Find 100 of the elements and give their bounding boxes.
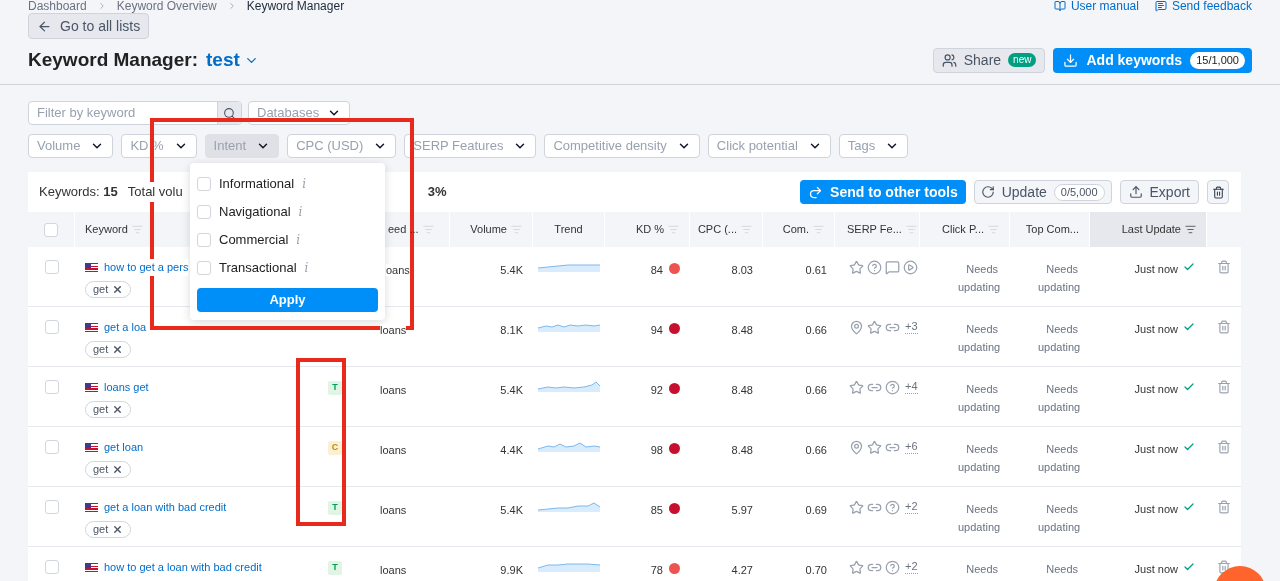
back-button[interactable]: Go to all lists xyxy=(28,13,150,39)
comment-icon xyxy=(885,260,900,275)
row-checkbox[interactable] xyxy=(44,440,59,454)
row-checkbox[interactable] xyxy=(44,560,59,574)
trash-icon[interactable] xyxy=(1217,500,1231,514)
more-features-link[interactable]: +3 xyxy=(905,320,918,334)
click-potential-cell-text: Needs updating xyxy=(958,322,998,355)
apply-button[interactable]: Apply xyxy=(197,288,378,312)
trash-icon[interactable] xyxy=(1217,440,1231,454)
keyword-link[interactable]: how to get a pers xyxy=(104,259,189,276)
row-checkbox[interactable] xyxy=(44,260,59,274)
click-potential-cell-text: Needs updating xyxy=(958,502,998,535)
more-features-link[interactable]: +2 xyxy=(905,560,918,574)
column-header[interactable]: CPC (... xyxy=(690,212,763,247)
breadcrumb-link[interactable]: Dashboard xyxy=(28,0,87,12)
competition-cell: 0.66 xyxy=(805,324,827,336)
intent-badge: T xyxy=(328,561,342,575)
intent-option[interactable]: Informational i xyxy=(197,170,378,198)
kd-value: 85 xyxy=(650,503,663,518)
sort-icon xyxy=(511,224,522,235)
option-checkbox[interactable] xyxy=(197,233,211,247)
row-checkbox[interactable] xyxy=(44,500,59,514)
select-all-checkbox[interactable] xyxy=(44,222,58,237)
trash-icon[interactable] xyxy=(1217,260,1231,274)
top-competitors-cell-text: Needs updating xyxy=(1038,382,1078,415)
sort-icon xyxy=(741,224,752,235)
user-manual-link[interactable]: User manual xyxy=(1053,0,1139,12)
column-header[interactable]: Click P... xyxy=(920,212,1010,247)
top-competitors-cell-text: Needs updating xyxy=(1038,442,1078,475)
keyword-filter-input[interactable]: Filter by keyword xyxy=(29,102,217,124)
new-badge: new xyxy=(1008,53,1037,67)
trash-icon xyxy=(1211,185,1225,199)
volume-cell: 5.4K xyxy=(500,504,523,516)
last-update-cell-text: Just now xyxy=(1134,502,1178,517)
column-header[interactable]: Com. xyxy=(763,212,835,247)
delete-button[interactable] xyxy=(1207,180,1229,204)
list-selector[interactable]: test xyxy=(206,45,259,75)
people-icon xyxy=(941,52,957,68)
update-count-badge: 0/5,000 xyxy=(1053,183,1105,201)
star-icon xyxy=(849,560,864,575)
row-checkbox[interactable] xyxy=(44,320,59,334)
keyword-count-badge: 15/1,000 xyxy=(1190,51,1245,69)
cpc-cell: 4.27 xyxy=(731,564,753,576)
flag-icon xyxy=(85,562,98,572)
volume-cell: 5.4K xyxy=(500,384,523,396)
star-icon xyxy=(849,500,864,515)
click-potential-cell-text: Needs xyxy=(965,562,998,577)
more-features-link[interactable]: +4 xyxy=(905,380,918,394)
question-icon xyxy=(885,380,900,395)
seed-cell: loans xyxy=(380,384,407,396)
update-button[interactable]: Update 0/5,000 xyxy=(973,180,1112,204)
column-header[interactable]: Volume xyxy=(450,212,533,247)
top-competitors-cell-text: Needs updating xyxy=(1038,262,1078,295)
kd-value: 94 xyxy=(650,323,663,338)
share-button[interactable]: Share new xyxy=(932,47,1046,73)
intent-badge: T xyxy=(328,501,342,515)
option-checkbox[interactable] xyxy=(197,261,211,275)
column-header[interactable]: Trend xyxy=(533,212,605,247)
summary-value: 3% xyxy=(427,183,447,202)
refresh-icon xyxy=(980,185,995,199)
row-checkbox[interactable] xyxy=(44,380,59,394)
send-to-tools-button[interactable]: Send to other tools xyxy=(800,180,966,204)
option-checkbox[interactable] xyxy=(197,177,211,191)
top-competitors-cell-text: Needs updating xyxy=(1038,322,1078,355)
star-icon xyxy=(867,440,882,455)
column-header[interactable]: SERP Fe... xyxy=(835,212,920,247)
more-features-link[interactable]: +2 xyxy=(905,500,918,514)
kd-value: 92 xyxy=(650,383,663,398)
star-icon xyxy=(867,320,882,335)
volume-cell: 8.1K xyxy=(500,324,523,336)
sort-icon xyxy=(422,224,434,235)
play-icon xyxy=(903,260,918,275)
click-potential-cell-text: Needs updating xyxy=(958,262,998,295)
trash-icon[interactable] xyxy=(1217,320,1231,334)
last-update-cell-text: Just now xyxy=(1134,262,1178,277)
option-checkbox[interactable] xyxy=(197,205,211,219)
last-update-cell-text: Just now xyxy=(1134,562,1178,577)
close-icon xyxy=(112,343,124,355)
intent-badge: T xyxy=(328,381,342,395)
cpc-cell: 8.48 xyxy=(731,324,753,336)
column-header[interactable]: KD % xyxy=(605,212,690,247)
trash-icon[interactable] xyxy=(1217,380,1231,394)
question-icon xyxy=(867,260,882,275)
curved-arrow-icon xyxy=(808,184,824,200)
intent-option[interactable]: Transactional i xyxy=(197,254,378,282)
speech-bubble-icon xyxy=(1154,0,1167,12)
export-button[interactable]: Export xyxy=(1119,180,1199,204)
last-update-cell-text: Just now xyxy=(1134,322,1178,337)
more-features-link[interactable]: +6 xyxy=(905,440,918,454)
click-potential-cell-text: Needs updating xyxy=(958,382,998,415)
top-competitors-cell-text: Needs xyxy=(1045,562,1078,577)
add-keywords-button[interactable]: Add keywords 15/1,000 xyxy=(1053,47,1252,73)
sorted-column-header[interactable]: Last Update xyxy=(1090,212,1207,247)
last-update-cell-text: Just now xyxy=(1134,382,1178,397)
breadcrumb-link[interactable]: Keyword Overview xyxy=(116,0,217,12)
feedback-link[interactable]: Send feedback xyxy=(1154,0,1252,12)
keyword-filter-field[interactable]: Filter by keyword xyxy=(28,101,242,125)
question-icon xyxy=(885,500,900,515)
trend-sparkline xyxy=(538,560,600,572)
check-icon xyxy=(1183,261,1195,273)
